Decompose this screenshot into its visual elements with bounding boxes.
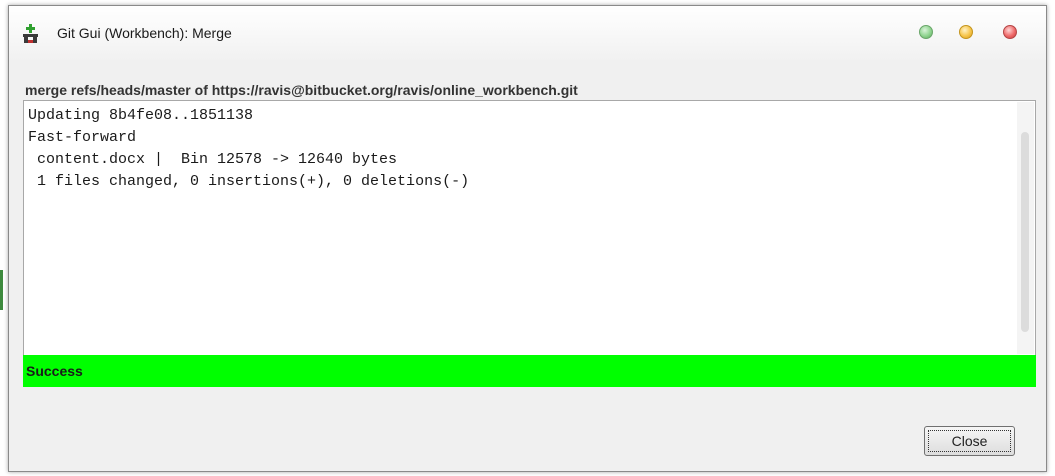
window-title: Git Gui (Workbench): Merge [57, 25, 232, 41]
status-bar: Success [23, 355, 1036, 387]
output-line: Updating 8b4fe08..1851138 [28, 107, 254, 124]
output-line: Fast-forward [28, 129, 137, 146]
vertical-scrollbar[interactable] [1017, 102, 1034, 354]
close-icon[interactable] [1003, 25, 1017, 39]
maximize-icon[interactable] [959, 25, 973, 39]
output-log[interactable]: Updating 8b4fe08..1851138 Fast-forward c… [23, 100, 1036, 356]
output-text: Updating 8b4fe08..1851138 Fast-forward c… [28, 105, 1009, 193]
minimize-icon[interactable] [919, 25, 933, 39]
status-text: Success [26, 363, 83, 379]
merge-description: merge refs/heads/master of https://ravis… [25, 82, 578, 98]
background-window-edge [0, 270, 3, 310]
output-line: 1 files changed, 0 insertions(+), 0 dele… [28, 173, 470, 190]
close-button[interactable]: Close [924, 426, 1015, 456]
merge-dialog: Git Gui (Workbench): Merge merge refs/he… [8, 5, 1047, 472]
close-button-label: Close [951, 433, 988, 449]
output-line: content.docx | Bin 12578 -> 12640 bytes [28, 151, 398, 168]
scrollbar-thumb[interactable] [1021, 132, 1029, 332]
git-gui-icon [22, 24, 40, 44]
title-bar[interactable]: Git Gui (Workbench): Merge [9, 6, 1046, 60]
